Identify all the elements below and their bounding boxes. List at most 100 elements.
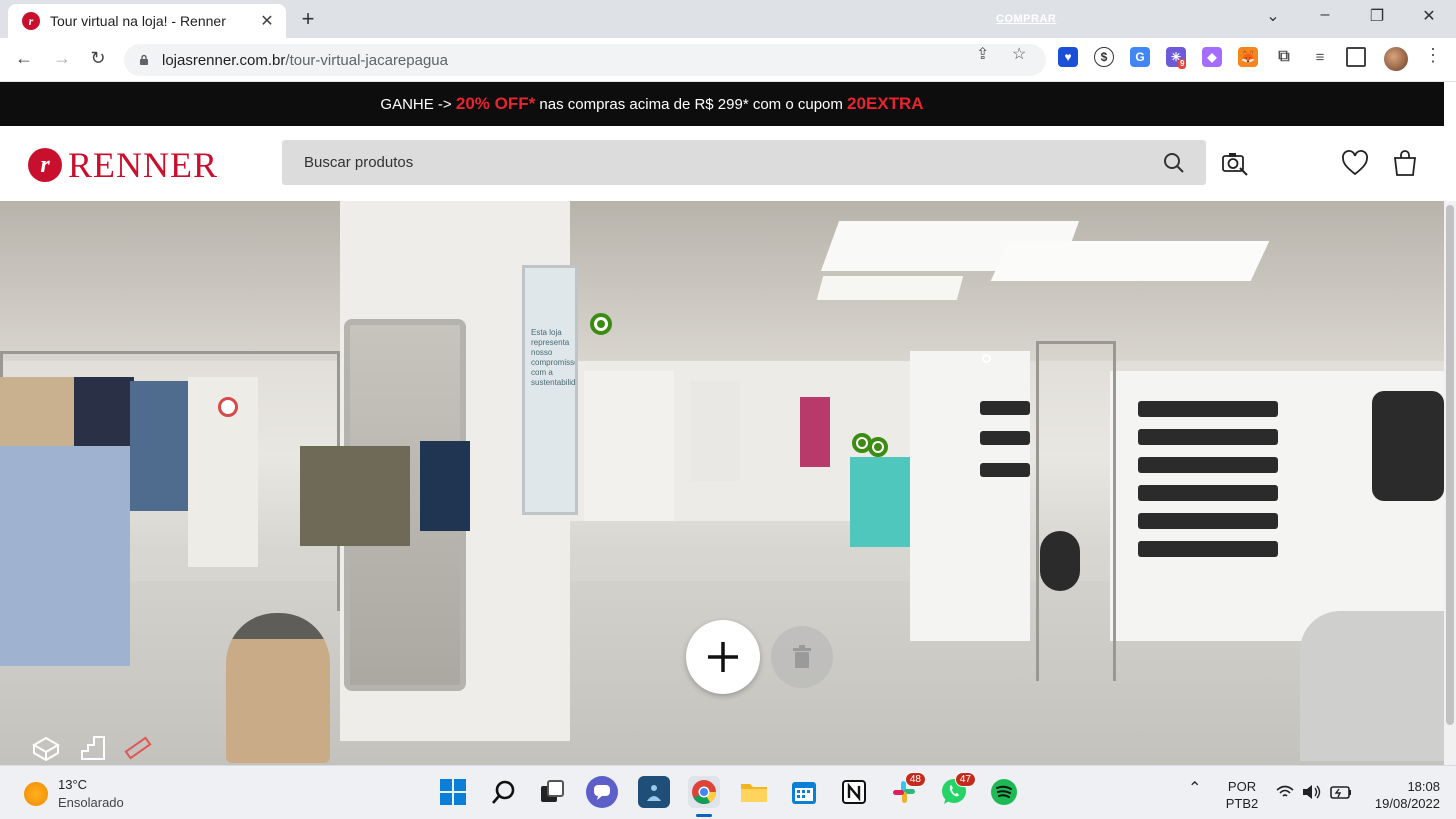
- restore-window-button[interactable]: ❐: [1362, 6, 1392, 26]
- renner-logo[interactable]: r RENNER: [28, 144, 218, 186]
- show-hidden-icons-chevron-icon[interactable]: ⌃: [1188, 780, 1201, 797]
- whatsapp-notification-badge: 47: [954, 772, 976, 787]
- volume-icon[interactable]: [1302, 784, 1322, 800]
- browser-tab-active[interactable]: r Tour virtual na loja! - Renner ✕: [8, 4, 286, 38]
- task-view-icon[interactable]: [536, 776, 568, 808]
- address-bar[interactable]: lojasrenner.com.br/tour-virtual-jacarepa…: [124, 44, 1046, 76]
- forward-arrow-icon[interactable]: →: [50, 48, 74, 69]
- weather-description[interactable]: Ensolarado: [58, 795, 124, 810]
- promo-buy-link[interactable]: COMPRAR: [996, 13, 1056, 25]
- tab-title: Tour virtual na loja! - Renner: [50, 13, 226, 29]
- new-tab-button[interactable]: +: [296, 6, 320, 32]
- back-arrow-icon[interactable]: ←: [12, 48, 36, 69]
- chrome-taskbar-icon[interactable]: [688, 776, 720, 808]
- extension-coin-icon[interactable]: $: [1094, 47, 1114, 67]
- handbag-black: [1040, 531, 1080, 591]
- center-shelf: [690, 381, 740, 481]
- site-header: r RENNER: [0, 126, 1444, 201]
- search-input[interactable]: [304, 154, 1162, 171]
- sustainability-sign: Esta loja representa nosso compromisso c…: [522, 265, 578, 515]
- clock-time: 18:08: [1407, 779, 1440, 794]
- stool: [226, 613, 330, 763]
- mannequin-pink: [800, 397, 830, 467]
- extension-shape-icon[interactable]: ◆: [1202, 47, 1222, 67]
- search-taskbar-icon[interactable]: [488, 776, 520, 808]
- whatsapp-app-icon[interactable]: 47: [938, 772, 976, 808]
- search-icon[interactable]: [1162, 151, 1186, 175]
- clothing-denim: [130, 381, 190, 511]
- renner-logo-mark: r: [28, 148, 62, 182]
- file-explorer-icon[interactable]: [738, 776, 770, 808]
- accessory-row: [1138, 541, 1278, 557]
- extension-badge: 9: [1178, 59, 1187, 69]
- tab-search-chevron-icon[interactable]: ⌄: [1258, 6, 1288, 26]
- sun-weather-icon[interactable]: [24, 782, 48, 806]
- accessory-row: [980, 463, 1030, 477]
- handbag-large: [1372, 391, 1444, 501]
- close-window-button[interactable]: ✕: [1414, 6, 1444, 26]
- notion-app-icon[interactable]: [838, 776, 870, 808]
- wifi-icon[interactable]: [1276, 785, 1294, 799]
- language-indicator[interactable]: POR PTB2: [1222, 778, 1262, 812]
- metamask-fox-icon[interactable]: 🦊: [1238, 47, 1258, 67]
- slack-notification-badge: 48: [904, 772, 926, 787]
- extension-heart-icon[interactable]: ♥: [1058, 47, 1078, 67]
- clock-date: 19/08/2022: [1374, 796, 1440, 811]
- teams-chat-icon[interactable]: [586, 776, 618, 808]
- promo-text-prefix: GANHE ->: [380, 95, 452, 113]
- side-panel-icon[interactable]: [1346, 47, 1366, 67]
- product-tag-hotspot[interactable]: [218, 397, 238, 417]
- store-ceiling: [0, 201, 1444, 361]
- delete-item-button[interactable]: [771, 626, 833, 688]
- teal-counter: [850, 457, 912, 547]
- windows-taskbar: 13°C Ensolarado 48 47 ⌃ POR PTB2 18:08 1…: [0, 765, 1456, 819]
- scrollbar-thumb[interactable]: [1446, 205, 1454, 725]
- lock-icon: [140, 54, 148, 65]
- minimize-window-button[interactable]: –: [1310, 6, 1340, 24]
- add-item-button[interactable]: [686, 620, 760, 694]
- accessory-row: [1138, 457, 1278, 473]
- url-host: lojasrenner.com.br: [162, 51, 286, 69]
- page-scrollbar[interactable]: [1444, 201, 1456, 765]
- weather-temperature[interactable]: 13°C: [58, 777, 87, 792]
- slack-app-icon[interactable]: 48: [888, 772, 926, 808]
- camera-search-icon[interactable]: [1220, 148, 1250, 178]
- tour-waypoint-dot[interactable]: [982, 354, 991, 363]
- system-clock[interactable]: 18:08 19/08/2022: [1362, 778, 1440, 812]
- floorplan-view-icon[interactable]: [80, 735, 106, 761]
- media-queue-icon[interactable]: ≡: [1310, 47, 1330, 67]
- shopping-bag-icon[interactable]: [1390, 148, 1420, 178]
- url-path: /tour-virtual-jacarepagua: [285, 51, 448, 69]
- accessory-row: [1138, 513, 1278, 529]
- tab-close-icon[interactable]: ✕: [258, 11, 276, 31]
- calendar-app-icon[interactable]: [788, 776, 820, 808]
- accessory-row: [980, 431, 1030, 445]
- share-icon[interactable]: ⇪: [976, 44, 989, 64]
- bookmark-star-icon[interactable]: ☆: [1012, 44, 1026, 64]
- windows-start-icon[interactable]: [437, 776, 469, 808]
- profile-avatar[interactable]: [1384, 47, 1408, 71]
- extension-spark-icon[interactable]: ✳ 9: [1166, 47, 1187, 69]
- tour-hotspot[interactable]: [590, 313, 612, 335]
- accessory-row: [1138, 401, 1278, 417]
- heart-favorites-icon[interactable]: [1340, 148, 1370, 178]
- plus-icon: [708, 642, 738, 672]
- kindle-reader-icon[interactable]: [638, 776, 670, 808]
- extension-translate-icon[interactable]: G: [1130, 47, 1150, 67]
- renner-favicon-icon: r: [22, 12, 40, 30]
- renner-logo-text: RENNER: [68, 145, 218, 185]
- tour-hotspot[interactable]: [868, 437, 888, 457]
- dollhouse-view-icon[interactable]: [32, 735, 60, 761]
- promo-banner: GANHE -> 20% OFF* nas compras acima de R…: [0, 82, 1444, 126]
- accessory-row: [1138, 429, 1278, 445]
- chrome-menu-icon[interactable]: ⋮: [1424, 45, 1442, 66]
- virtual-tour-viewer[interactable]: Esta loja representa nosso compromisso c…: [0, 201, 1444, 765]
- measure-ruler-icon[interactable]: [124, 735, 152, 761]
- reload-icon[interactable]: ↻: [86, 48, 110, 69]
- extensions-puzzle-icon[interactable]: ⧉: [1274, 47, 1294, 67]
- battery-charging-icon[interactable]: [1330, 784, 1352, 800]
- promo-discount: 20% OFF*: [455, 94, 536, 113]
- spotify-app-icon[interactable]: [988, 776, 1020, 808]
- search-bar: [282, 140, 1206, 185]
- clothing-blue-print: [0, 446, 130, 666]
